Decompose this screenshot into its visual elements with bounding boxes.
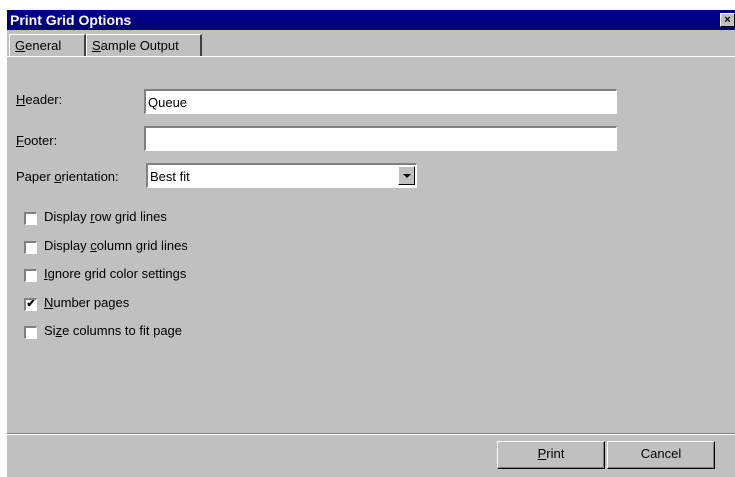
- header-label-mnemonic: H: [16, 92, 26, 107]
- row-grid-lines-checkbox[interactable]: [24, 212, 37, 225]
- orientation-label-text: rientation:: [61, 169, 119, 184]
- cb-label-pre: Si: [44, 323, 56, 338]
- print-button[interactable]: Print: [497, 441, 605, 469]
- cb-label-post: umber pages: [53, 295, 130, 310]
- title-bar: Print Grid Options ×: [7, 10, 735, 30]
- orientation-label-pre: Paper: [16, 169, 55, 184]
- tab-sample-output-label: ample Output: [100, 38, 179, 53]
- ignore-grid-color-label[interactable]: Ignore grid color settings: [44, 266, 186, 281]
- ignore-grid-color-checkbox[interactable]: [24, 269, 37, 282]
- orientation-value: Best fit: [150, 169, 190, 184]
- window-title: Print Grid Options: [10, 12, 132, 28]
- column-grid-lines-checkbox[interactable]: [24, 241, 37, 254]
- orientation-label-mnemonic: o: [54, 169, 62, 184]
- close-button[interactable]: ×: [720, 13, 735, 27]
- footer-label-text: ooter:: [23, 133, 58, 148]
- row-grid-lines-label[interactable]: Display row grid lines: [44, 209, 167, 224]
- print-button-mnemonic: P: [537, 446, 547, 461]
- print-button-label: rint: [546, 446, 565, 461]
- number-pages-label[interactable]: Number pages: [44, 295, 129, 310]
- orientation-label: Paper orientation:: [16, 169, 119, 184]
- cb-label-pre: Display: [44, 209, 91, 224]
- cb-label-post: olumn grid lines: [96, 238, 188, 253]
- footer-divider-highlight: [7, 434, 735, 435]
- orientation-dropdown-button[interactable]: [398, 166, 415, 185]
- tab-general-mnemonic: G: [15, 38, 26, 53]
- orientation-select[interactable]: Best fit: [146, 163, 417, 188]
- check-icon: ✔: [26, 298, 36, 310]
- tab-sample-output[interactable]: Sample Output: [86, 34, 202, 56]
- tab-general[interactable]: General: [9, 34, 86, 57]
- cb-label-pre: Display: [44, 238, 91, 253]
- cancel-button[interactable]: Cancel: [607, 441, 715, 469]
- cb-label-post: e columns to fit page: [62, 323, 183, 338]
- footer-input[interactable]: [144, 126, 617, 151]
- cb-label-post: gnore grid color settings: [47, 266, 187, 281]
- tab-general-label: eneral: [25, 38, 62, 53]
- cb-label-post: ow grid lines: [94, 209, 167, 224]
- footer-label-mnemonic: F: [16, 133, 24, 148]
- size-columns-checkbox[interactable]: [24, 326, 37, 339]
- close-icon: ×: [724, 14, 731, 26]
- size-columns-label[interactable]: Size columns to fit page: [44, 323, 182, 338]
- tab-divider: [7, 56, 735, 57]
- footer-label: Footer:: [16, 133, 57, 148]
- header-label: Header:: [16, 92, 62, 107]
- column-grid-lines-label[interactable]: Display column grid lines: [44, 238, 188, 253]
- print-grid-options-dialog: Print Grid Options × General Sample Outp…: [7, 10, 735, 477]
- header-input[interactable]: Queue: [144, 89, 617, 114]
- header-label-text: eader:: [25, 92, 63, 107]
- chevron-down-icon: [403, 174, 411, 178]
- cb-label-mnemonic: N: [44, 295, 54, 310]
- tab-sample-output-mnemonic: S: [92, 38, 101, 53]
- number-pages-checkbox[interactable]: ✔: [24, 298, 37, 311]
